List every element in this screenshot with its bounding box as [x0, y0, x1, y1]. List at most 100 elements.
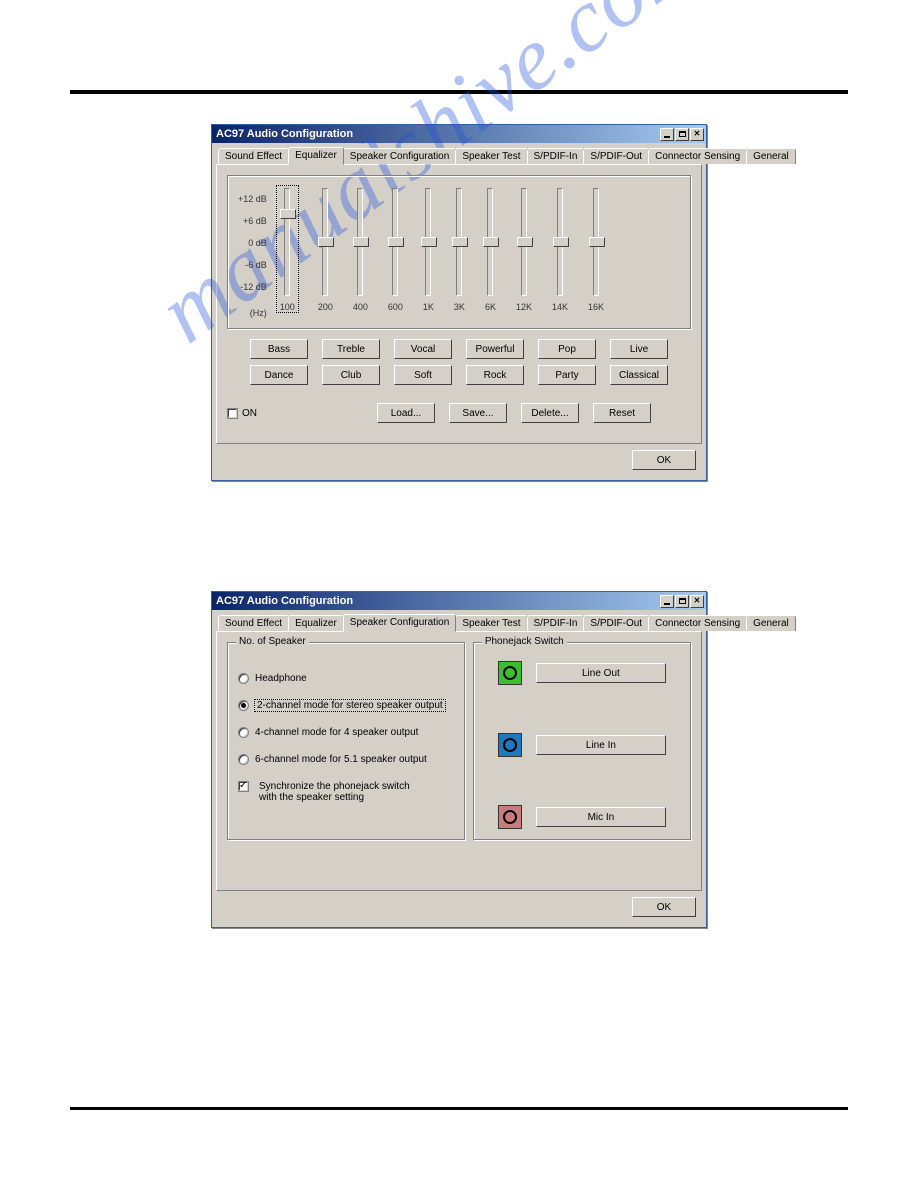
jack-row-lineout: Line Out: [498, 661, 666, 685]
load-button[interactable]: Load...: [377, 403, 435, 423]
titlebar[interactable]: AC97 Audio Configuration ✕: [212, 125, 706, 143]
radio-6channel[interactable]: 6-channel mode for 5.1 speaker output: [238, 754, 454, 765]
sync-checkbox[interactable]: [238, 781, 249, 792]
group-phonejack-switch: Phonejack Switch Line Out Line In: [473, 642, 691, 840]
minimize-icon: [664, 136, 670, 138]
on-checkbox-label: ON: [242, 408, 257, 419]
eq-slider-400[interactable]: 400: [353, 186, 368, 312]
maximize-button[interactable]: [675, 128, 689, 141]
eq-slider-200[interactable]: 200: [318, 186, 333, 312]
ok-button[interactable]: OK: [632, 897, 696, 917]
db-label: -12 dB: [240, 276, 267, 298]
tab-equalizer[interactable]: Equalizer: [288, 147, 344, 165]
hz-label: 12K: [516, 302, 532, 312]
preset-soft[interactable]: Soft: [394, 365, 452, 385]
radio-label: 2-channel mode for stereo speaker output: [255, 700, 445, 711]
save-button[interactable]: Save...: [449, 403, 507, 423]
preset-dance[interactable]: Dance: [250, 365, 308, 385]
preset-vocal[interactable]: Vocal: [394, 339, 452, 359]
tab-strip: Sound Effect Equalizer Speaker Configura…: [216, 147, 702, 164]
eq-slider-12k[interactable]: 12K: [516, 186, 532, 312]
eq-slider-3k[interactable]: 3K: [454, 186, 465, 312]
footer-rule: [70, 1107, 848, 1110]
window-title: AC97 Audio Configuration: [216, 595, 353, 607]
radio-label: 4-channel mode for 4 speaker output: [255, 727, 418, 738]
on-checkbox-row[interactable]: ON: [227, 408, 257, 419]
close-button[interactable]: ✕: [690, 128, 704, 141]
jack-green-icon: [498, 661, 522, 685]
preset-pop[interactable]: Pop: [538, 339, 596, 359]
reset-button[interactable]: Reset: [593, 403, 651, 423]
preset-live[interactable]: Live: [610, 339, 668, 359]
titlebar[interactable]: AC97 Audio Configuration ✕: [212, 592, 706, 610]
tab-strip: Sound Effect Equalizer Speaker Configura…: [216, 614, 702, 631]
preset-rock[interactable]: Rock: [466, 365, 524, 385]
tab-speaker-test[interactable]: Speaker Test: [455, 615, 527, 631]
equalizer-group: +12 dB +6 dB 0 dB -6 dB -12 dB (Hz) 100 …: [227, 175, 691, 329]
jack-lineout-button[interactable]: Line Out: [536, 663, 666, 683]
radio-4channel[interactable]: 4-channel mode for 4 speaker output: [238, 727, 454, 738]
eq-slider-1k[interactable]: 1K: [423, 186, 434, 312]
eq-slider-100[interactable]: 100: [277, 186, 298, 312]
tab-spdif-out[interactable]: S/PDIF-Out: [583, 148, 649, 164]
hz-label: 200: [318, 302, 333, 312]
maximize-button[interactable]: [675, 595, 689, 608]
eq-db-scale: +12 dB +6 dB 0 dB -6 dB -12 dB (Hz): [238, 188, 267, 318]
preset-powerful[interactable]: Powerful: [466, 339, 524, 359]
tab-content-speaker: No. of Speaker Headphone 2-channel mode …: [216, 631, 702, 891]
radio-icon[interactable]: [238, 727, 249, 738]
preset-party[interactable]: Party: [538, 365, 596, 385]
hz-label: 400: [353, 302, 368, 312]
tab-spdif-out[interactable]: S/PDIF-Out: [583, 615, 649, 631]
tab-sound-effect[interactable]: Sound Effect: [218, 615, 289, 631]
tab-speaker-configuration[interactable]: Speaker Configuration: [343, 148, 457, 164]
group-no-of-speaker: No. of Speaker Headphone 2-channel mode …: [227, 642, 465, 840]
maximize-icon: [679, 598, 686, 604]
tab-spdif-in[interactable]: S/PDIF-In: [527, 615, 585, 631]
radio-icon[interactable]: [238, 673, 249, 684]
tab-general[interactable]: General: [746, 615, 796, 631]
hz-label: 1K: [423, 302, 434, 312]
jack-pink-icon: [498, 805, 522, 829]
tab-equalizer[interactable]: Equalizer: [288, 615, 344, 631]
jack-linein-button[interactable]: Line In: [536, 735, 666, 755]
minimize-button[interactable]: [660, 128, 674, 141]
preset-club[interactable]: Club: [322, 365, 380, 385]
delete-button[interactable]: Delete...: [521, 403, 579, 423]
window-title: AC97 Audio Configuration: [216, 128, 353, 140]
tab-speaker-test[interactable]: Speaker Test: [455, 148, 527, 164]
hz-label: 14K: [552, 302, 568, 312]
radio-icon[interactable]: [238, 700, 249, 711]
close-icon: ✕: [694, 596, 701, 606]
eq-slider-600[interactable]: 600: [388, 186, 403, 312]
jack-row-micin: Mic In: [498, 805, 666, 829]
jack-micin-button[interactable]: Mic In: [536, 807, 666, 827]
tab-spdif-in[interactable]: S/PDIF-In: [527, 148, 585, 164]
radio-headphone[interactable]: Headphone: [238, 673, 454, 684]
radio-label: 6-channel mode for 5.1 speaker output: [255, 754, 427, 765]
tab-connector-sensing[interactable]: Connector Sensing: [648, 615, 747, 631]
preset-treble[interactable]: Treble: [322, 339, 380, 359]
minimize-button[interactable]: [660, 595, 674, 608]
on-checkbox[interactable]: [227, 408, 238, 419]
close-button[interactable]: ✕: [690, 595, 704, 608]
radio-icon[interactable]: [238, 754, 249, 765]
radio-2channel[interactable]: 2-channel mode for stereo speaker output: [238, 700, 454, 711]
sync-checkbox-row[interactable]: Synchronize the phonejack switch with th…: [238, 781, 454, 803]
sync-checkbox-label: Synchronize the phonejack switch with th…: [259, 781, 429, 803]
tab-speaker-configuration[interactable]: Speaker Configuration: [343, 614, 457, 632]
eq-slider-6k[interactable]: 6K: [485, 186, 496, 312]
ok-button[interactable]: OK: [632, 450, 696, 470]
tab-general[interactable]: General: [746, 148, 796, 164]
eq-slider-16k[interactable]: 16K: [588, 186, 604, 312]
preset-classical[interactable]: Classical: [610, 365, 668, 385]
tab-sound-effect[interactable]: Sound Effect: [218, 148, 289, 164]
eq-slider-14k[interactable]: 14K: [552, 186, 568, 312]
preset-bass[interactable]: Bass: [250, 339, 308, 359]
window-equalizer: AC97 Audio Configuration ✕ Sound Effect …: [211, 124, 707, 481]
hz-label: 16K: [588, 302, 604, 312]
group-legend: Phonejack Switch: [482, 636, 567, 647]
header-rule: [70, 90, 848, 94]
tab-connector-sensing[interactable]: Connector Sensing: [648, 148, 747, 164]
hz-label: 600: [388, 302, 403, 312]
